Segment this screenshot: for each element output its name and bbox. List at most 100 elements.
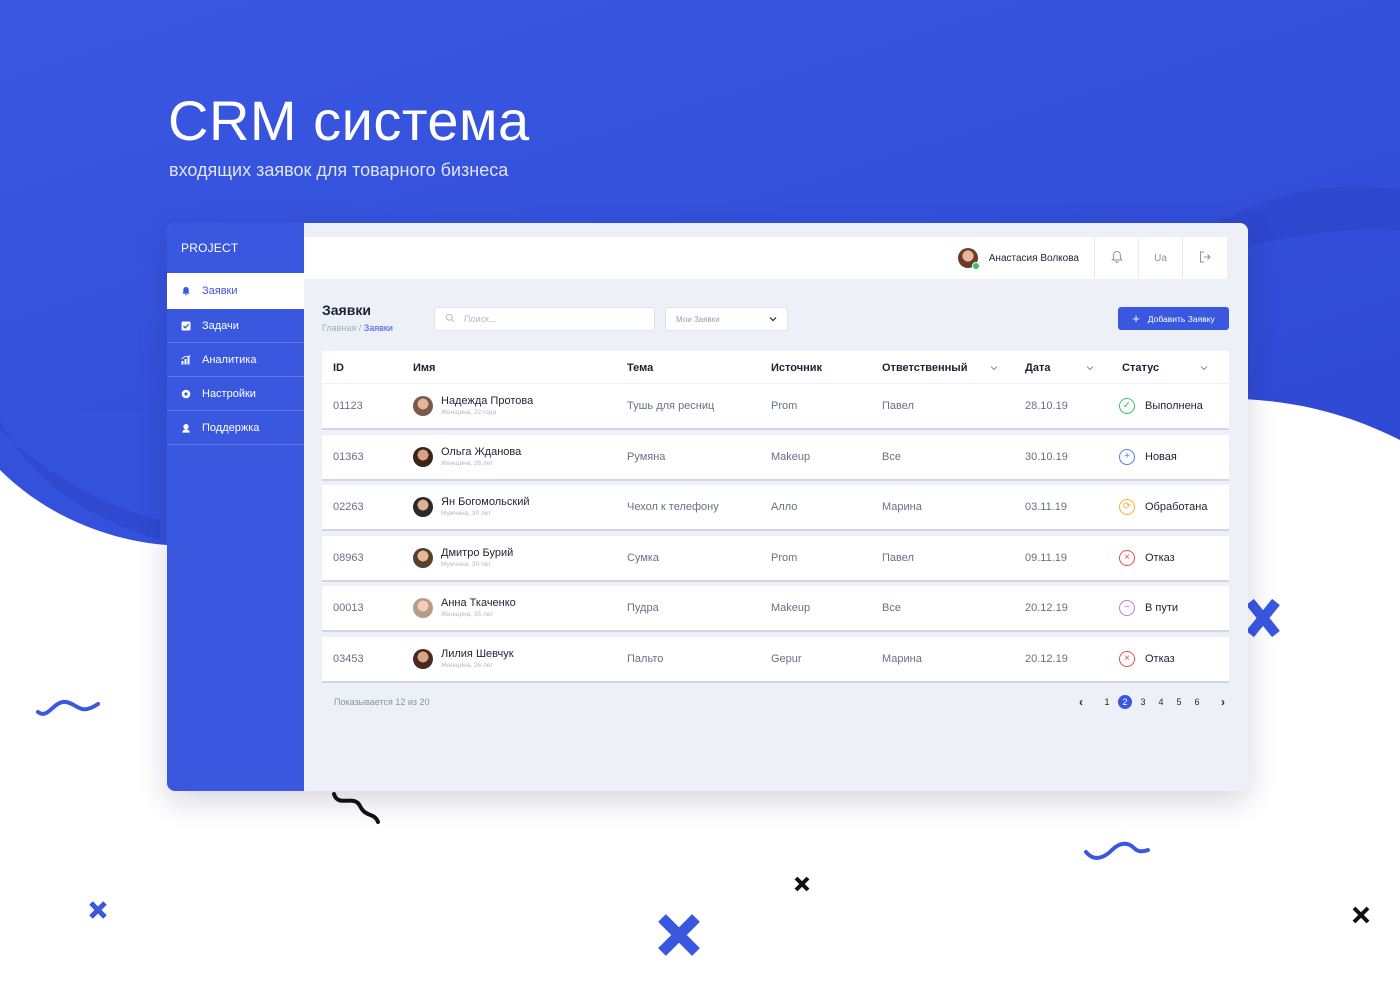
sidebar-item-label: Поддержка xyxy=(202,421,260,434)
status-badge[interactable]: + Новая xyxy=(1119,435,1177,479)
request-date: 20.12.19 xyxy=(1025,652,1068,665)
client-name[interactable]: Надежда Протова xyxy=(441,395,533,408)
logout-button[interactable] xyxy=(1183,237,1227,279)
chevron-down-icon[interactable] xyxy=(1086,351,1094,384)
next-page-button[interactable]: › xyxy=(1216,695,1230,709)
avatar xyxy=(413,446,433,467)
client-meta: Женщина, 35 лет xyxy=(441,611,494,618)
avatar xyxy=(413,648,433,669)
avatar xyxy=(957,248,980,270)
chevron-down-icon[interactable] xyxy=(990,351,998,384)
status-label: Новая xyxy=(1145,450,1177,463)
request-responsible: Павел xyxy=(882,551,914,564)
page-button[interactable]: 6 xyxy=(1190,695,1204,709)
status-label: Отказ xyxy=(1145,551,1175,564)
sidebar-item-settings[interactable]: Настройки xyxy=(167,377,304,411)
plus-icon: + xyxy=(1132,311,1140,326)
search-box[interactable] xyxy=(434,307,655,331)
request-id: 08963 xyxy=(333,551,364,564)
column-header-date[interactable]: Дата xyxy=(1025,351,1050,384)
request-id: 01123 xyxy=(333,400,363,412)
column-header-name[interactable]: Имя xyxy=(413,351,435,384)
status-label: Обработана xyxy=(1145,501,1208,513)
add-request-button[interactable]: + Добавить Заявку xyxy=(1118,307,1229,330)
sidebar-item-tasks[interactable]: Задачи xyxy=(167,309,304,343)
request-source: Алло xyxy=(771,501,798,513)
sidebar-item-label: Задачи xyxy=(202,319,239,332)
requests-filter-select[interactable]: Мои Заявки xyxy=(665,307,788,331)
page-button[interactable]: 5 xyxy=(1172,695,1186,709)
search-input[interactable] xyxy=(464,314,634,324)
column-header-topic[interactable]: Тема xyxy=(627,351,653,384)
refresh-circle-icon: ⟳ xyxy=(1119,499,1135,515)
table-row[interactable]: 01123 Надежда Протова Женщина, 22 года Тушь… xyxy=(322,384,1229,428)
client-name[interactable]: Лилия Шевчук xyxy=(441,648,514,661)
client-meta: Мужчина, 30 лет xyxy=(441,510,492,517)
chevron-down-icon[interactable] xyxy=(1200,351,1208,384)
request-topic: Тушь для ресниц xyxy=(627,400,715,412)
request-source: Prom xyxy=(771,400,798,412)
client-meta: Мужчина, 30 лет xyxy=(441,560,492,568)
client-cell: Ян Богомольский Мужчина, 30 лет xyxy=(413,485,530,529)
crm-window: PROJECT Заявки Задачи Аналитика Настройк… xyxy=(167,223,1248,791)
page-button[interactable]: 4 xyxy=(1154,695,1168,709)
language-button[interactable]: Ua xyxy=(1139,237,1183,279)
client-meta: Женщина, 22 года xyxy=(441,409,497,416)
table-row[interactable]: 01363 Ольга Жданова Женщина, 26 лет Румяна M… xyxy=(322,434,1229,479)
search-icon xyxy=(445,310,464,328)
online-indicator xyxy=(971,262,980,270)
column-header-source[interactable]: Источник xyxy=(771,351,822,384)
breadcrumb-current: Заявки xyxy=(363,323,393,333)
request-responsible: Марина xyxy=(882,501,922,513)
request-topic: Пальто xyxy=(627,652,664,665)
sidebar-item-requests[interactable]: Заявки xyxy=(167,273,304,309)
breadcrumb-home[interactable]: Главная xyxy=(322,323,356,333)
client-meta: Женщина, 26 лет xyxy=(441,459,494,467)
table-row[interactable]: 03453 Лилия Шевчук Женщина, 26 лет Пальто Ge… xyxy=(322,636,1229,681)
main-content: Анастасия Волкова Ua Заявки Главная / За… xyxy=(304,223,1248,791)
table-row[interactable]: 08963 Дмитро Бурий Мужчина, 30 лет Сумка Pro… xyxy=(322,535,1229,580)
avatar xyxy=(413,547,433,568)
select-value: Мои Заявки xyxy=(676,314,720,324)
status-badge[interactable]: × Отказ xyxy=(1119,637,1175,681)
sidebar-item-label: Аналитика xyxy=(202,353,257,366)
page-button[interactable]: 2 xyxy=(1118,695,1132,709)
request-date: 03.11.19 xyxy=(1025,501,1068,513)
page-button[interactable]: 1 xyxy=(1100,695,1114,709)
client-cell: Дмитро Бурий Мужчина, 30 лет xyxy=(413,536,513,580)
squiggle-decoration xyxy=(332,792,380,824)
sidebar-item-analytics[interactable]: Аналитика xyxy=(167,343,304,377)
minus-circle-icon: − xyxy=(1119,600,1135,616)
page-button[interactable]: 3 xyxy=(1136,695,1150,709)
cross-decoration xyxy=(658,914,700,956)
user-name: Анастасия Волкова xyxy=(988,252,1079,264)
squiggle-decoration xyxy=(1084,841,1150,860)
notifications-button[interactable] xyxy=(1095,237,1139,279)
column-header-responsible[interactable]: Ответственный xyxy=(882,351,967,384)
chart-icon xyxy=(181,355,191,365)
request-source: Prom xyxy=(771,551,798,564)
client-name[interactable]: Ольга Жданова xyxy=(441,446,521,459)
logout-icon xyxy=(1198,250,1212,267)
request-topic: Сумка xyxy=(627,551,660,564)
request-topic: Чехол к телефону xyxy=(627,501,719,513)
cross-decoration xyxy=(89,901,107,919)
status-badge[interactable]: × Отказ xyxy=(1119,536,1175,580)
status-badge[interactable]: ✓ Выполнена xyxy=(1119,384,1203,428)
plus-circle-icon: + xyxy=(1119,448,1135,465)
status-badge[interactable]: − В пути xyxy=(1119,586,1178,630)
request-date: 30.10.19 xyxy=(1025,450,1068,463)
client-name[interactable]: Анна Ткаченко xyxy=(441,597,516,610)
table-row[interactable]: 00013 Анна Ткаченко Женщина, 35 лет Пудра Ma… xyxy=(322,586,1229,630)
column-header-id[interactable]: ID xyxy=(333,351,344,384)
client-cell: Надежда Протова Женщина, 22 года xyxy=(413,384,533,428)
sidebar-item-support[interactable]: Поддержка xyxy=(167,411,304,445)
status-badge[interactable]: ⟳ Обработана xyxy=(1119,485,1208,529)
prev-page-button[interactable]: ‹ xyxy=(1074,695,1088,709)
client-name[interactable]: Ян Богомольский xyxy=(441,496,530,509)
client-name[interactable]: Дмитро Бурий xyxy=(441,547,513,560)
table-row[interactable]: 02263 Ян Богомольский Мужчина, 30 лет Чехол… xyxy=(322,485,1229,529)
bell-icon xyxy=(1110,250,1124,267)
column-header-status[interactable]: Статус xyxy=(1122,351,1159,384)
user-menu[interactable]: Анастасия Волкова xyxy=(957,237,1095,279)
